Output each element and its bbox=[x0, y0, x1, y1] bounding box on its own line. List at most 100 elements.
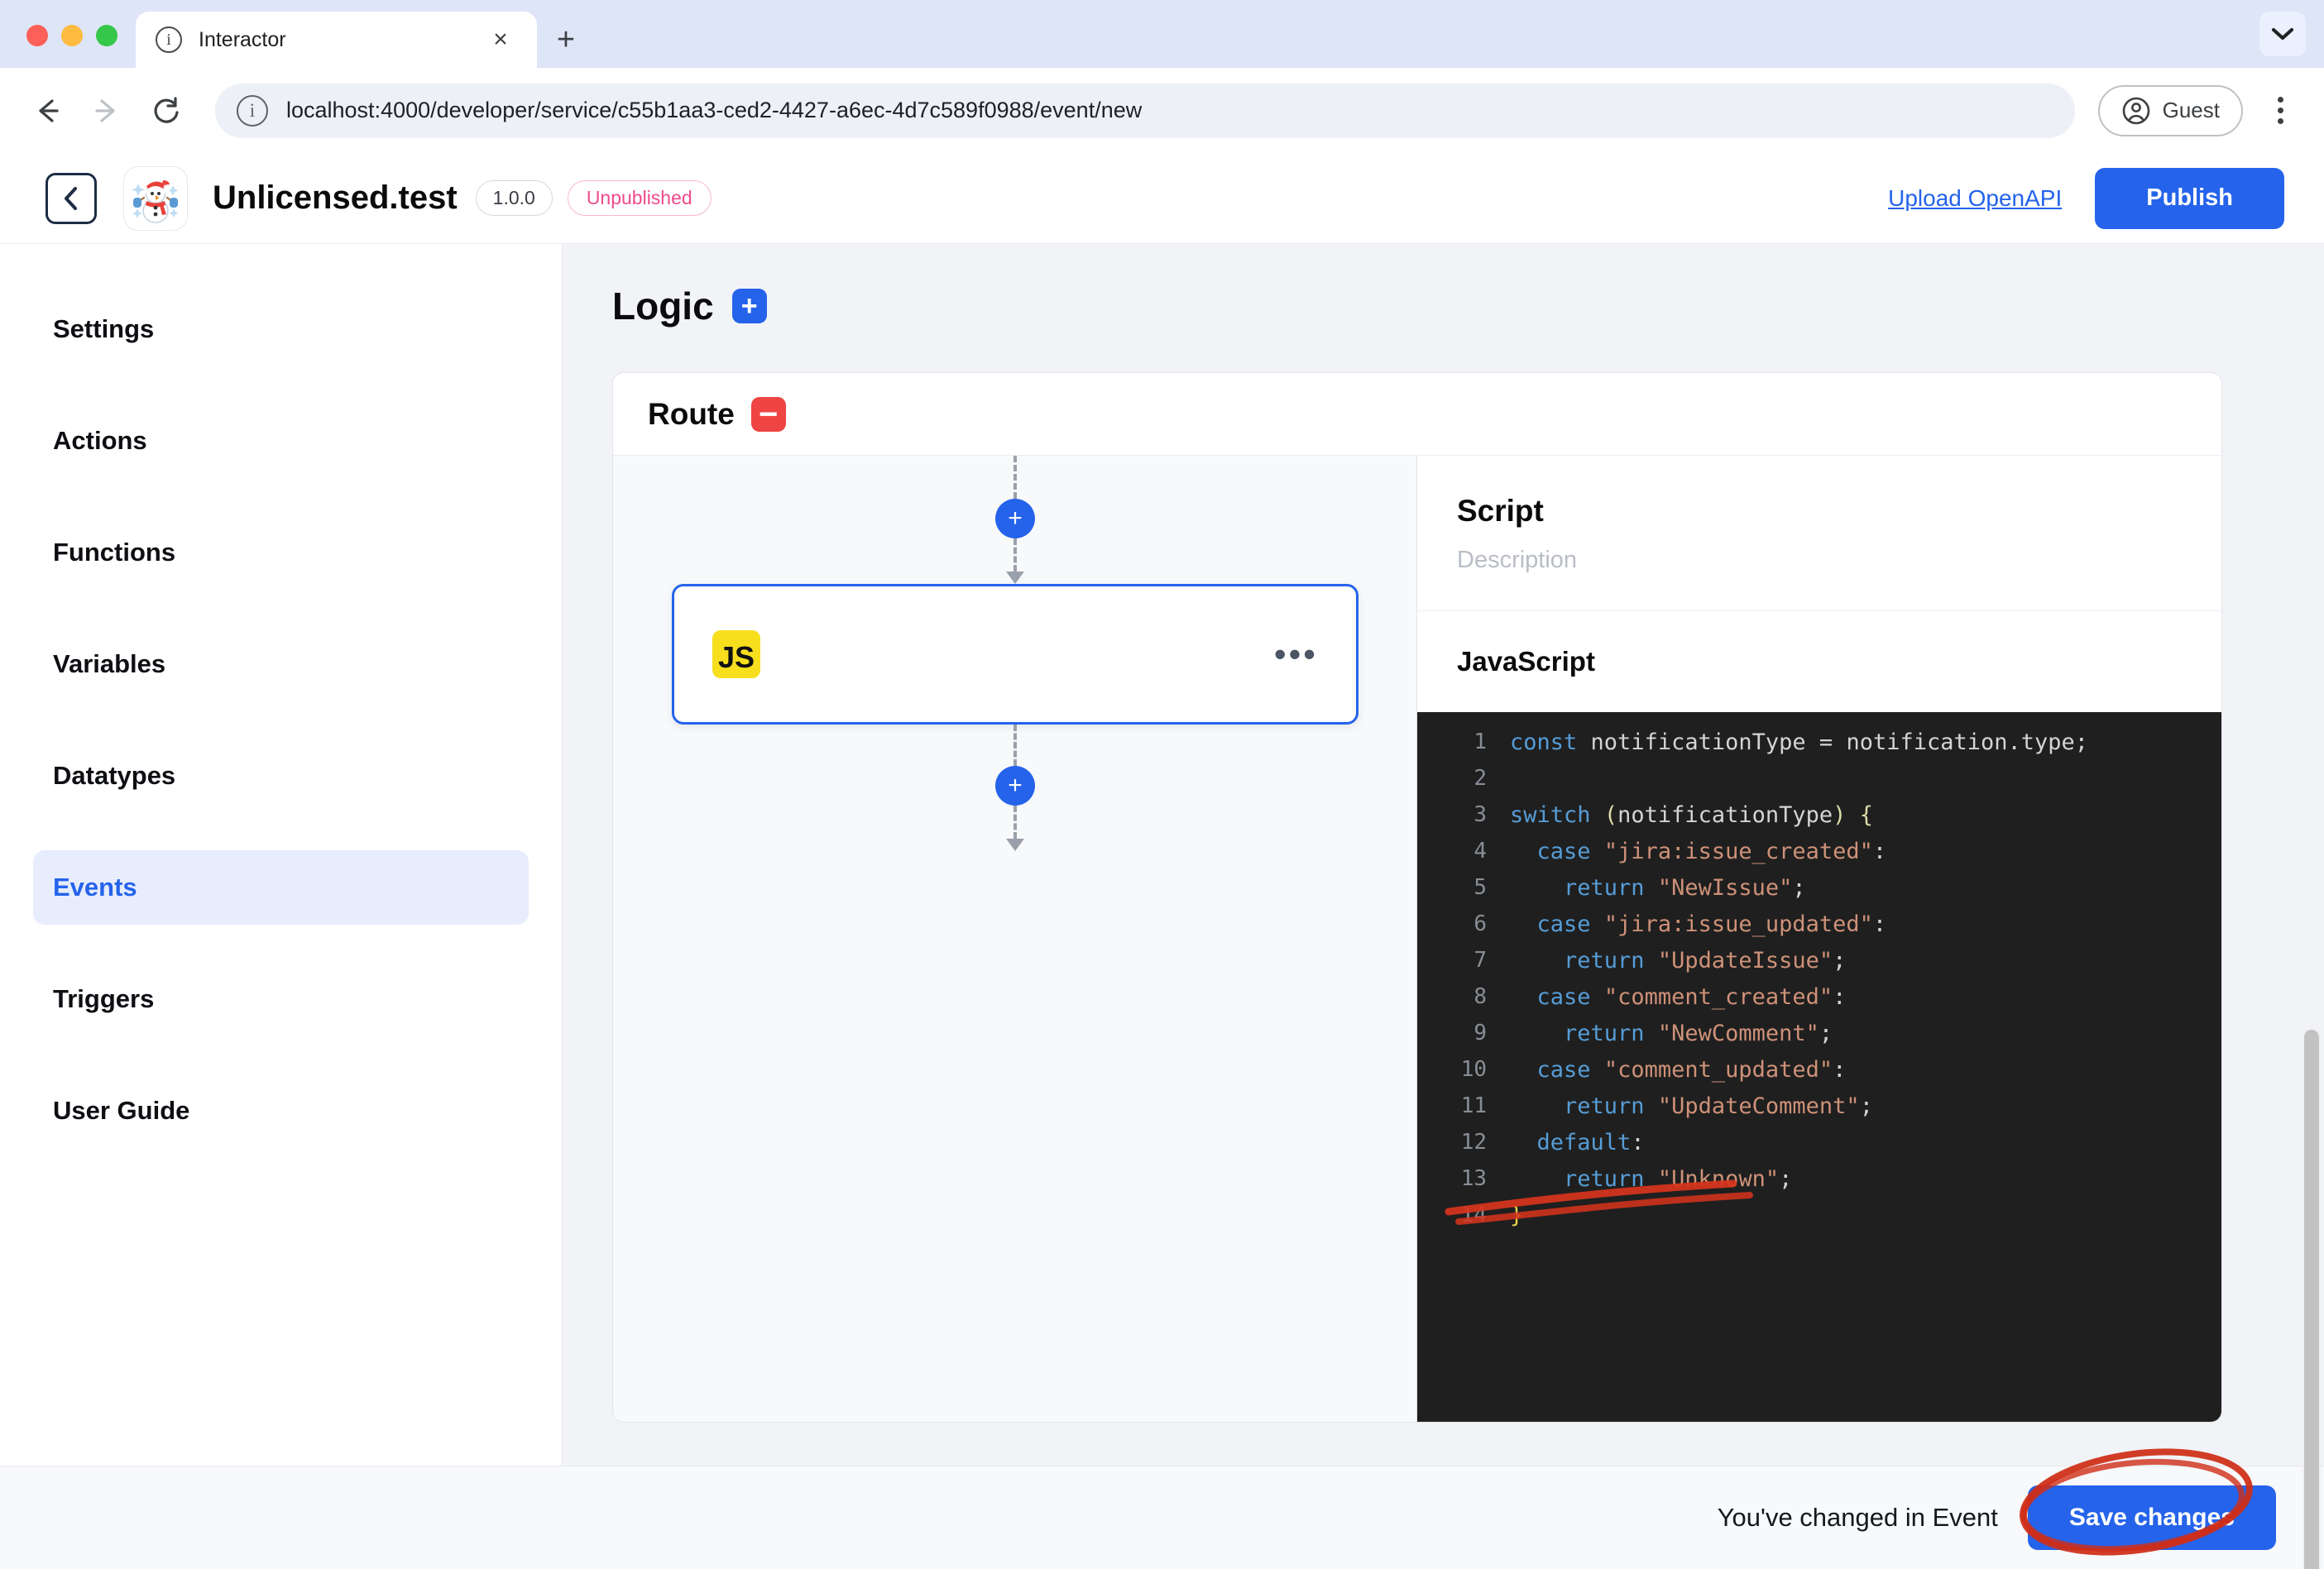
kebab-dot bbox=[2277, 108, 2283, 113]
line-number: 13 bbox=[1460, 1166, 1487, 1191]
code-text[interactable]: case "jira:issue_updated": bbox=[1510, 911, 1887, 937]
code-text[interactable]: return "UpdateComment"; bbox=[1510, 1093, 1873, 1119]
code-text[interactable]: case "jira:issue_created": bbox=[1510, 839, 1887, 864]
flow-arrow-icon bbox=[1006, 839, 1024, 851]
flow-canvas[interactable]: + JS ••• + bbox=[613, 456, 1417, 1422]
sidebar-item-actions[interactable]: Actions bbox=[33, 404, 529, 478]
minimize-window-button[interactable] bbox=[61, 25, 83, 46]
line-number: 10 bbox=[1460, 1057, 1487, 1082]
code-text[interactable]: } bbox=[1510, 1203, 1523, 1228]
line-number: 12 bbox=[1460, 1130, 1487, 1155]
code-line: 7 return "UpdateIssue"; bbox=[1417, 942, 2221, 978]
code-line: 13 return "Unknown"; bbox=[1417, 1160, 2221, 1197]
line-number: 6 bbox=[1473, 911, 1487, 936]
app-header: Unlicensed.test 1.0.0 Unpublished Upload… bbox=[0, 153, 2324, 244]
line-number: 5 bbox=[1473, 875, 1487, 900]
code-text[interactable]: return "UpdateIssue"; bbox=[1510, 948, 1846, 973]
code-text[interactable]: case "comment_updated": bbox=[1510, 1057, 1847, 1083]
node-options-icon[interactable]: ••• bbox=[1274, 637, 1318, 672]
script-description-input[interactable]: Description bbox=[1457, 547, 2182, 574]
publish-button[interactable]: Publish bbox=[2095, 167, 2284, 229]
new-tab-button[interactable]: + bbox=[537, 12, 595, 68]
sidebar-item-variables[interactable]: Variables bbox=[33, 627, 529, 701]
browser-tab-strip: i Interactor × + bbox=[0, 0, 2324, 68]
maximize-window-button[interactable] bbox=[96, 25, 117, 46]
line-number: 3 bbox=[1473, 802, 1487, 827]
info-circle-icon: i bbox=[156, 26, 182, 53]
browser-window: i Interactor × + i localhost:4000/develo… bbox=[0, 0, 2324, 1569]
window-traffic-lights bbox=[0, 25, 136, 68]
flow-connector bbox=[1013, 538, 1017, 572]
flow-arrow-icon bbox=[1006, 572, 1024, 584]
remove-route-button[interactable]: − bbox=[750, 396, 786, 432]
code-line: 4 case "jira:issue_created": bbox=[1417, 833, 2221, 869]
reload-button[interactable] bbox=[141, 85, 192, 136]
browser-menu-button[interactable] bbox=[2258, 97, 2302, 124]
code-line: 6 case "jira:issue_updated": bbox=[1417, 906, 2221, 942]
code-text[interactable]: return "NewIssue"; bbox=[1510, 875, 1806, 901]
arrow-left-icon bbox=[39, 98, 59, 122]
snowman-logo bbox=[132, 179, 179, 223]
sidebar-item-triggers[interactable]: Triggers bbox=[33, 962, 529, 1036]
line-number: 1 bbox=[1473, 729, 1487, 754]
unsaved-changes-text: You've changed in Event bbox=[1717, 1503, 1998, 1532]
browser-toolbar: i localhost:4000/developer/service/c55b1… bbox=[0, 68, 2324, 153]
route-body: + JS ••• + Script Description JavaScript… bbox=[613, 456, 2221, 1422]
account-circle-icon bbox=[2122, 97, 2149, 124]
code-text[interactable]: return "Unknown"; bbox=[1510, 1166, 1792, 1192]
code-line: 11 return "UpdateComment"; bbox=[1417, 1088, 2221, 1124]
site-info-icon[interactable]: i bbox=[237, 94, 268, 127]
add-step-below-button[interactable]: + bbox=[995, 766, 1035, 806]
line-number: 7 bbox=[1473, 948, 1487, 973]
sidebar-item-settings[interactable]: Settings bbox=[33, 292, 529, 366]
sidebar-item-user-guide[interactable]: User Guide bbox=[33, 1074, 529, 1148]
status-badge: Unpublished bbox=[567, 180, 712, 216]
line-number: 9 bbox=[1473, 1021, 1487, 1045]
upload-openapi-link[interactable]: Upload OpenAPI bbox=[1888, 185, 2062, 212]
code-line: 5 return "NewIssue"; bbox=[1417, 869, 2221, 906]
page-scrollbar[interactable] bbox=[2302, 1030, 2321, 1569]
profile-button[interactable]: Guest bbox=[2097, 84, 2243, 136]
reload-icon bbox=[154, 96, 179, 123]
code-line: 1 const notificationType = notification.… bbox=[1417, 724, 2221, 760]
close-window-button[interactable] bbox=[26, 25, 48, 46]
line-number: 2 bbox=[1473, 766, 1487, 791]
code-text[interactable]: switch (notificationType) { bbox=[1510, 802, 1873, 828]
script-header: Script Description bbox=[1417, 456, 2221, 611]
sidebar-item-events[interactable]: Events bbox=[33, 850, 529, 925]
app-body: Settings Actions Functions Variables Dat… bbox=[0, 244, 2324, 1569]
page-title: Unlicensed.test bbox=[213, 179, 458, 216]
save-changes-button[interactable]: Save changes bbox=[2027, 1485, 2276, 1550]
script-panel: Script Description JavaScript 1 const no… bbox=[1417, 456, 2221, 1422]
forward-button[interactable] bbox=[81, 85, 132, 136]
back-button[interactable] bbox=[22, 85, 73, 136]
code-text[interactable]: case "comment_created": bbox=[1510, 984, 1847, 1010]
code-text[interactable]: const notificationType = notification.ty… bbox=[1510, 729, 2088, 755]
code-text[interactable]: return "NewComment"; bbox=[1510, 1021, 1833, 1046]
tab-list-button[interactable] bbox=[2259, 12, 2306, 56]
route-title: Route bbox=[648, 396, 735, 431]
page-scrollbar-thumb[interactable] bbox=[2304, 1030, 2319, 1569]
sidebar-item-functions[interactable]: Functions bbox=[33, 515, 529, 590]
route-card: Route − + JS ••• + Script Description Ja… bbox=[612, 372, 2222, 1423]
javascript-step-node[interactable]: JS ••• bbox=[672, 584, 1358, 725]
browser-tab[interactable]: i Interactor × bbox=[136, 12, 537, 68]
close-icon[interactable]: × bbox=[484, 27, 517, 52]
add-logic-button[interactable]: + bbox=[731, 289, 767, 323]
script-language-label: JavaScript bbox=[1457, 646, 1595, 677]
sidebar-item-datatypes[interactable]: Datatypes bbox=[33, 739, 529, 813]
app-back-button[interactable] bbox=[46, 172, 97, 224]
code-editor[interactable]: 1 const notificationType = notification.… bbox=[1417, 712, 2221, 1422]
flow-connector bbox=[1013, 456, 1017, 499]
code-line: 14 } bbox=[1417, 1197, 2221, 1233]
profile-label: Guest bbox=[2162, 98, 2220, 122]
add-step-above-button[interactable]: + bbox=[995, 499, 1035, 538]
main-content: Logic + Route − + JS ••• + Script Descri… bbox=[563, 244, 2324, 1569]
chevron-left-icon bbox=[65, 186, 77, 210]
line-number: 14 bbox=[1460, 1203, 1487, 1227]
logic-title: Logic bbox=[612, 285, 714, 328]
code-line: 2 bbox=[1417, 760, 2221, 796]
code-text[interactable]: default: bbox=[1510, 1130, 1645, 1155]
code-line: 9 return "NewComment"; bbox=[1417, 1015, 2221, 1051]
address-bar[interactable]: i localhost:4000/developer/service/c55b1… bbox=[215, 83, 2075, 138]
